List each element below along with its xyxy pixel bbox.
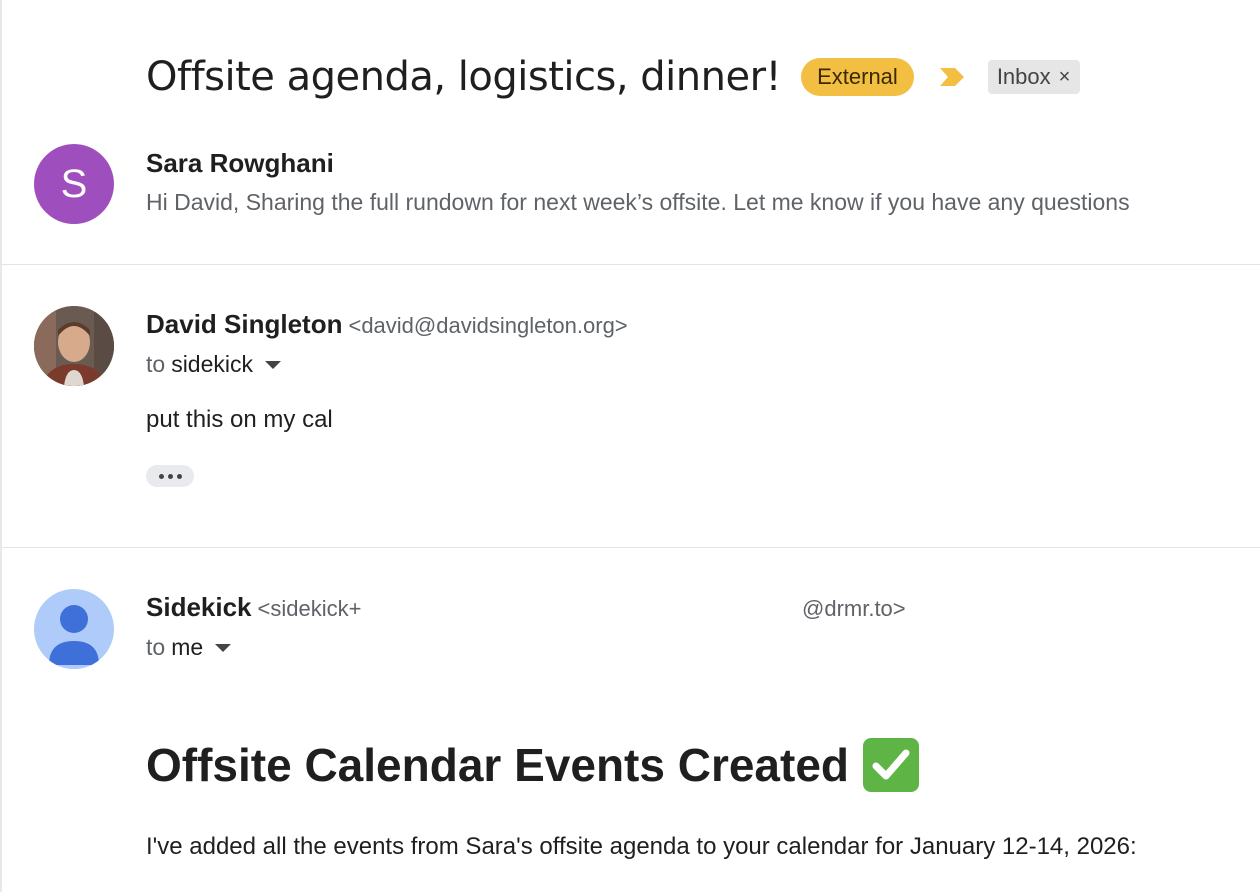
recipient-line: to sidekick xyxy=(146,351,281,378)
sender-line: David Singleton <david@davidsingleton.org… xyxy=(146,309,628,340)
sender-name[interactable]: David Singleton xyxy=(146,309,342,339)
ellipsis-dot xyxy=(176,473,182,479)
to-prefix: to xyxy=(146,351,166,377)
message-body: I've added all the events from Sara's of… xyxy=(146,833,1137,860)
profile-photo-icon xyxy=(34,306,114,386)
avatar[interactable] xyxy=(34,306,114,386)
sender-line: Sidekick <sidekick+ @drmr.to> xyxy=(146,592,926,623)
show-details-icon[interactable] xyxy=(265,360,281,369)
message-sidekick: Sidekick <sidekick+ @drmr.to> to me Offsi… xyxy=(0,548,1260,892)
recipient-name: sidekick xyxy=(171,351,253,377)
avatar-letter: S xyxy=(60,161,88,206)
sender-name[interactable]: Sara Rowghani xyxy=(146,148,334,179)
to-prefix: to xyxy=(146,634,166,660)
avatar[interactable] xyxy=(34,589,114,669)
ellipsis-dot xyxy=(167,473,173,479)
sender-email: <david@davidsingleton.org> xyxy=(348,313,628,338)
check-mark-glyph xyxy=(872,749,910,780)
message-snippet: Hi David, Sharing the full rundown for n… xyxy=(146,189,1130,215)
sender-name[interactable]: Sidekick xyxy=(146,592,252,622)
message-collapsed-sara[interactable]: S Sara Rowghani Hi David, Sharing the fu… xyxy=(0,0,1260,265)
recipient-line: to me xyxy=(146,634,232,661)
show-details-icon[interactable] xyxy=(215,643,232,652)
check-mark-button-icon xyxy=(863,738,920,792)
message-heading: Offsite Calendar Events Created xyxy=(146,738,920,792)
email-thread-view: Offsite agenda, logistics, dinner! Exter… xyxy=(0,0,1260,892)
heading-text: Offsite Calendar Events Created xyxy=(146,739,850,791)
avatar[interactable]: S xyxy=(34,144,114,224)
ellipsis-icon xyxy=(158,473,164,479)
message-body: put this on my cal xyxy=(146,406,333,433)
generic-person-icon xyxy=(49,605,99,665)
show-trimmed-content-button[interactable] xyxy=(146,465,194,487)
sender-email-start: <sidekick+ xyxy=(257,596,362,621)
message-david: David Singleton <david@davidsingleton.org… xyxy=(0,265,1260,548)
recipient-name: me xyxy=(171,634,204,660)
sender-email-end: @drmr.to> xyxy=(802,596,906,621)
